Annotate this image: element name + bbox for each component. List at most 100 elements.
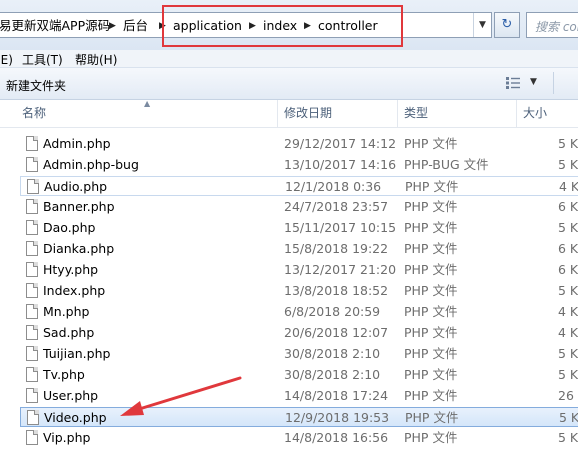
column-divider[interactable] <box>397 100 398 127</box>
file-size: 26 K <box>558 388 578 403</box>
file-icon <box>26 220 38 235</box>
new-folder-button[interactable]: 新建文件夹 <box>6 77 66 94</box>
file-size: 4 K <box>559 179 578 194</box>
column-header-row: ▲ 名称 修改日期 类型 大小 <box>0 99 578 128</box>
file-date-modified: 30/8/2018 2:10 <box>284 367 381 382</box>
file-icon <box>27 179 39 194</box>
file-name: Vip.php <box>43 430 91 445</box>
file-row[interactable]: Tuijian.php 30/8/2018 2:10 PHP 文件 5 K <box>20 344 578 364</box>
file-type: PHP 文件 <box>404 136 458 151</box>
file-type: PHP 文件 <box>404 283 458 298</box>
search-input[interactable]: 搜索 contro <box>526 12 578 38</box>
refresh-button[interactable]: ↻ <box>494 12 520 38</box>
file-icon <box>26 283 38 298</box>
file-row[interactable]: Mn.php 6/8/2018 20:59 PHP 文件 4 K <box>20 302 578 322</box>
file-date-modified: 13/10/2017 14:16 <box>284 157 397 172</box>
menu-edit[interactable]: 编辑(E) <box>0 51 13 68</box>
file-date-modified: 24/7/2018 23:57 <box>284 199 389 214</box>
column-divider[interactable] <box>277 100 278 127</box>
search-placeholder: 搜索 contro <box>535 20 578 34</box>
breadcrumb-source-folder[interactable]: 易更新双端APP源码 <box>0 18 110 34</box>
file-icon <box>26 325 38 340</box>
file-type: PHP 文件 <box>404 220 458 235</box>
file-row[interactable]: User.php 14/8/2018 17:24 PHP 文件 26 K <box>20 386 578 406</box>
file-date-modified: 15/8/2018 19:22 <box>284 241 389 256</box>
file-icon <box>26 367 38 382</box>
file-size: 6 K <box>558 199 578 214</box>
column-type[interactable]: 类型 <box>404 100 428 127</box>
file-type: PHP 文件 <box>405 179 459 194</box>
file-size: 5 K <box>558 220 578 235</box>
file-icon <box>26 388 38 403</box>
file-icon <box>26 136 38 151</box>
file-size: 5 K <box>559 410 578 425</box>
file-row[interactable]: Index.php 13/8/2018 18:52 PHP 文件 5 K <box>20 281 578 301</box>
file-name: Admin.php-bug <box>43 157 139 172</box>
file-row[interactable]: Dao.php 15/11/2017 10:15 PHP 文件 5 K <box>20 218 578 238</box>
file-icon <box>27 410 39 425</box>
file-row[interactable]: Video.php 12/9/2018 19:53 PHP 文件 5 K <box>20 407 578 427</box>
column-size[interactable]: 大小 <box>523 100 547 127</box>
file-row[interactable]: Audio.php 12/1/2018 0:36 PHP 文件 4 K <box>20 176 578 196</box>
file-icon <box>26 430 38 445</box>
file-row[interactable]: Sad.php 20/6/2018 12:07 PHP 文件 4 K <box>20 323 578 343</box>
file-row[interactable]: Vip.php 14/8/2018 16:56 PHP 文件 5 K <box>20 428 578 448</box>
column-date-modified[interactable]: 修改日期 <box>284 100 332 127</box>
file-size: 5 K <box>558 283 578 298</box>
file-date-modified: 20/6/2018 12:07 <box>284 325 389 340</box>
file-date-modified: 15/11/2017 10:15 <box>284 220 397 235</box>
column-divider[interactable] <box>516 100 517 127</box>
file-row[interactable]: Banner.php 24/7/2018 23:57 PHP 文件 6 K <box>20 197 578 217</box>
file-date-modified: 14/8/2018 17:24 <box>284 388 389 403</box>
file-type: PHP 文件 <box>404 304 458 319</box>
file-name: Dao.php <box>43 220 96 235</box>
file-row[interactable]: Admin.php 29/12/2017 14:12 PHP 文件 5 K <box>20 134 578 154</box>
file-type: PHP 文件 <box>404 388 458 403</box>
file-row[interactable]: Admin.php-bug 13/10/2017 14:16 PHP-BUG 文件 5… <box>20 155 578 175</box>
file-type: PHP 文件 <box>404 241 458 256</box>
view-dropdown-icon[interactable]: ▼ <box>530 77 537 87</box>
address-bar-row: 易更新双端APP源码 ▶ 后台 ▶ application ▶ index ▶ … <box>0 0 578 50</box>
menu-bar: 编辑(E) 工具(T) 帮助(H) <box>0 50 578 68</box>
file-date-modified: 13/12/2017 21:20 <box>284 262 397 277</box>
annotation-highlight-box <box>162 5 403 47</box>
file-date-modified: 12/9/2018 19:53 <box>285 410 390 425</box>
file-icon <box>26 157 38 172</box>
file-name: Video.php <box>44 410 107 425</box>
file-type: PHP 文件 <box>404 325 458 340</box>
menu-help[interactable]: 帮助(H) <box>75 51 117 68</box>
file-icon <box>26 199 38 214</box>
chevron-right-icon[interactable]: ▶ <box>109 18 116 34</box>
column-name[interactable]: 名称 <box>22 100 46 127</box>
sort-ascending-icon: ▲ <box>144 99 151 108</box>
file-type: PHP 文件 <box>404 262 458 277</box>
file-icon <box>26 241 38 256</box>
file-icon <box>26 304 38 319</box>
breadcrumb-backend[interactable]: 后台 <box>123 18 148 34</box>
file-row[interactable]: Tv.php 30/8/2018 2:10 PHP 文件 5 K <box>20 365 578 385</box>
file-type: PHP 文件 <box>405 410 459 425</box>
menu-tools[interactable]: 工具(T) <box>22 51 63 68</box>
toolbar: 新建文件夹 ▼ <box>0 68 578 100</box>
file-row[interactable]: Dianka.php 15/8/2018 19:22 PHP 文件 6 K <box>20 239 578 259</box>
address-history-dropdown[interactable]: ▼ <box>473 13 491 37</box>
toolbar-divider <box>553 72 554 94</box>
file-date-modified: 13/8/2018 18:52 <box>284 283 389 298</box>
view-options-icon[interactable] <box>506 77 520 89</box>
file-name: Tv.php <box>43 367 85 382</box>
file-name: User.php <box>43 388 99 403</box>
file-name: Banner.php <box>43 199 115 214</box>
file-name: Audio.php <box>44 179 108 194</box>
file-size: 5 K <box>558 157 578 172</box>
file-size: 5 K <box>558 367 578 382</box>
file-name: Admin.php <box>43 136 111 151</box>
file-name: Tuijian.php <box>43 346 111 361</box>
file-date-modified: 30/8/2018 2:10 <box>284 346 381 361</box>
file-row[interactable]: Htyy.php 13/12/2017 21:20 PHP 文件 6 K <box>20 260 578 280</box>
file-size: 6 K <box>558 262 578 277</box>
file-name: Sad.php <box>43 325 95 340</box>
file-name: Htyy.php <box>43 262 99 277</box>
file-type: PHP 文件 <box>404 430 458 445</box>
file-size: 4 K <box>558 304 578 319</box>
file-date-modified: 12/1/2018 0:36 <box>285 179 382 194</box>
